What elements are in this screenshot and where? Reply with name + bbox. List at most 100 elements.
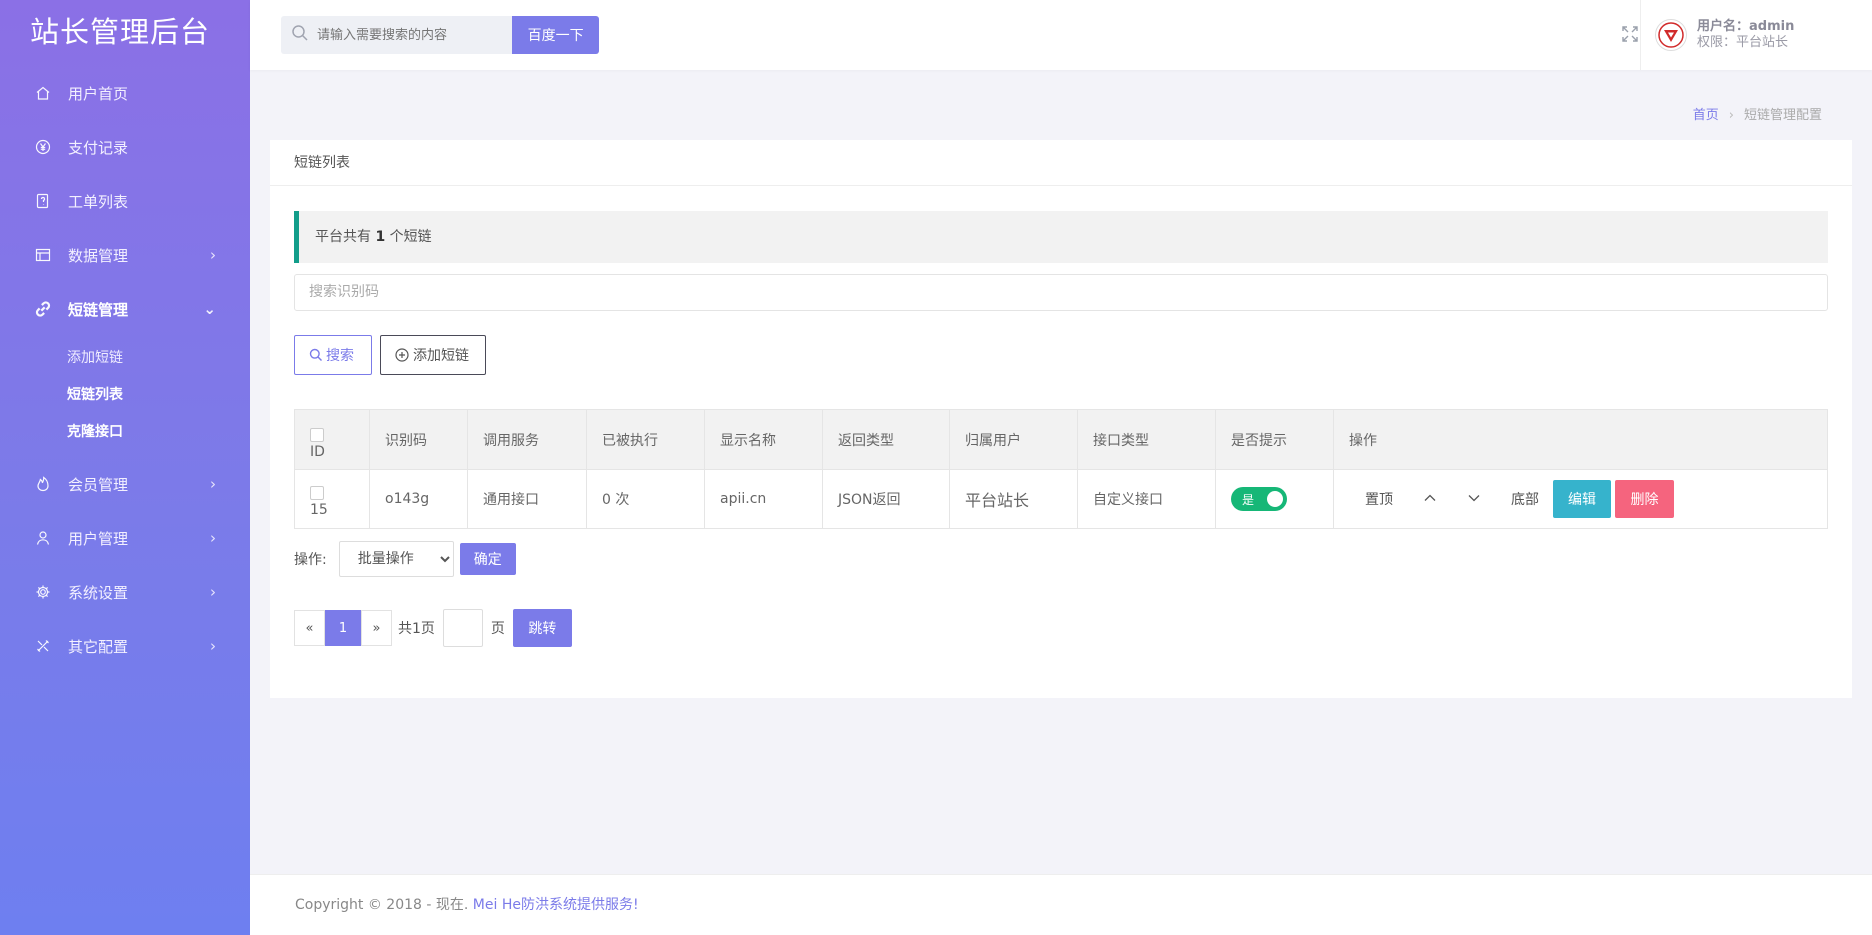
select-all-checkbox[interactable] <box>310 427 324 442</box>
gear-icon <box>34 583 52 601</box>
notice-suffix: 个短链 <box>385 229 432 245</box>
col-api-type: 接口类型 <box>1077 409 1216 470</box>
ticket-icon <box>34 192 52 210</box>
batch-label: 操作: <box>294 552 327 568</box>
cell-service: 通用接口 <box>467 469 587 529</box>
move-up-icon[interactable] <box>1423 490 1437 509</box>
user-icon <box>34 529 52 547</box>
cell-api-type: 自定义接口 <box>1077 469 1216 529</box>
chevron-right-icon: › <box>210 246 216 264</box>
sidebar-item-home[interactable]: 用户首页 <box>0 66 250 120</box>
batch-confirm-button[interactable]: 确定 <box>459 543 516 575</box>
pin-bottom-button[interactable]: 底部 <box>1511 489 1539 509</box>
chevron-right-icon: › <box>210 637 216 655</box>
sidebar-item-shortlink[interactable]: 短链管理 ⌄ <box>0 282 250 336</box>
shortlink-table: ID 识别码 调用服务 已被执行 显示名称 返回类型 归属用户 接口类型 是否提… <box>294 409 1828 529</box>
sidebar-item-label: 其它配置 <box>68 637 129 656</box>
brand-title: 站长管理后台 <box>30 15 211 49</box>
sidebar-item-settings[interactable]: 系统设置 › <box>0 565 250 619</box>
shortlink-submenu: 添加短链 短链列表 克隆接口 <box>0 336 250 457</box>
row-checkbox[interactable] <box>310 486 324 500</box>
sidebar-item-label: 系统设置 <box>68 583 129 602</box>
footer-link[interactable]: Mei He防洪系统提供服务! <box>473 897 639 913</box>
chevron-right-icon: › <box>210 583 216 601</box>
submenu-item-clone-api[interactable]: 克隆接口 <box>0 414 250 451</box>
col-actions: 操作 <box>1333 409 1828 470</box>
pagination: « 1 » 共1页 页 跳转 <box>294 609 572 647</box>
sidebar-item-data[interactable]: 数据管理 › <box>0 228 250 282</box>
batch-select[interactable]: 批量操作 <box>338 541 454 577</box>
chevron-right-icon: › <box>210 529 216 547</box>
plus-circle-icon <box>395 348 409 362</box>
sidebar-item-tickets[interactable]: 工单列表 <box>0 174 250 228</box>
search-field <box>281 16 513 54</box>
sidebar-item-users[interactable]: 用户管理 › <box>0 511 250 565</box>
pin-top-button[interactable]: 置顶 <box>1365 489 1393 509</box>
user-role: 权限：平台站长 <box>1697 35 1789 50</box>
sidebar-item-other-config[interactable]: 其它配置 › <box>0 619 250 673</box>
avatar <box>1655 19 1687 51</box>
add-button-label: 添加短链 <box>413 347 469 363</box>
user-name: 用户名：admin <box>1697 19 1795 34</box>
search-icon <box>309 348 322 361</box>
footer: Copyright © 2018 - 现在. Mei He防洪系统提供服务! <box>250 874 1872 935</box>
col-return-type: 返回类型 <box>822 409 950 470</box>
fire-icon <box>34 475 52 493</box>
shortlink-card: 短链列表 平台共有 1 个短链 搜索识别码 搜索 添加短链 ID 识别码 调用服… <box>270 140 1852 698</box>
cell-owner[interactable]: 平台站长 <box>949 469 1078 529</box>
col-display-name: 显示名称 <box>704 409 823 470</box>
col-service: 调用服务 <box>467 409 587 470</box>
table-icon <box>34 246 52 264</box>
sidebar-item-payments[interactable]: 支付记录 <box>0 120 250 174</box>
fullscreen-icon[interactable] <box>1620 24 1640 44</box>
tools-icon <box>34 637 52 655</box>
breadcrumb-home[interactable]: 首页 <box>1693 108 1719 123</box>
toggle-knob <box>1267 491 1283 507</box>
page-total: 共1页 <box>398 621 435 637</box>
chevron-right-icon: › <box>210 475 216 493</box>
sidebar-item-label: 数据管理 <box>68 246 129 265</box>
top-header: 百度一下 用户名：admin 权限：平台站长 <box>250 0 1872 70</box>
notice-bar: 平台共有 1 个短链 <box>294 211 1828 263</box>
prompt-toggle[interactable]: 是 <box>1231 487 1287 511</box>
move-down-icon[interactable] <box>1467 490 1481 509</box>
cell-prompt: 是 <box>1215 469 1334 529</box>
delete-button[interactable]: 删除 <box>1615 480 1674 518</box>
sidebar-item-label: 工单列表 <box>68 192 129 211</box>
breadcrumb-separator: › <box>1728 108 1734 123</box>
submenu-item-shortlink-list[interactable]: 短链列表 <box>0 377 250 414</box>
add-shortlink-button[interactable]: 添加短链 <box>380 335 486 375</box>
user-info[interactable]: 用户名：admin 权限：平台站长 <box>1640 0 1842 70</box>
next-page-button[interactable]: » <box>361 610 392 646</box>
search-button-label: 搜索 <box>326 347 354 363</box>
notice-prefix: 平台共有 <box>315 229 376 245</box>
chevron-down-icon: ⌄ <box>203 300 216 318</box>
footer-copyright: Copyright © 2018 - 现在. <box>295 897 473 913</box>
card-title: 短链列表 <box>270 140 1852 186</box>
prev-page-button[interactable]: « <box>294 610 325 646</box>
sidebar-nav-lower: 会员管理 › 用户管理 › 系统设置 › 其它配置 › <box>0 457 250 673</box>
edit-button[interactable]: 编辑 <box>1553 480 1611 518</box>
sidebar-nav: 用户首页 支付记录 工单列表 数据管理 › 短链管理 ⌄ <box>0 66 250 336</box>
sidebar-item-label: 短链管理 <box>68 300 129 319</box>
home-icon <box>34 84 52 102</box>
page-jump-button[interactable]: 跳转 <box>512 609 572 647</box>
code-search-input[interactable]: 搜索识别码 <box>294 274 1828 311</box>
sidebar-item-label: 用户管理 <box>68 529 129 548</box>
page-jump-input[interactable] <box>442 609 483 647</box>
search-button[interactable]: 百度一下 <box>512 16 599 54</box>
submenu-item-add-shortlink[interactable]: 添加短链 <box>0 340 250 377</box>
cell-executed: 0 次 <box>586 469 705 529</box>
col-owner: 归属用户 <box>949 409 1078 470</box>
batch-actions: 操作: 批量操作 确定 <box>294 541 516 577</box>
sidebar-item-members[interactable]: 会员管理 › <box>0 457 250 511</box>
search-submit-button[interactable]: 搜索 <box>294 335 372 375</box>
sidebar-item-label: 会员管理 <box>68 475 129 494</box>
breadcrumb: 首页 › 短链管理配置 <box>1693 104 1822 123</box>
yen-icon <box>34 138 52 156</box>
cell-id: 15 <box>294 469 370 529</box>
search-input[interactable] <box>317 17 497 53</box>
page-1-button[interactable]: 1 <box>325 610 361 646</box>
cell-display-name: apii.cn <box>704 469 823 529</box>
notice-count: 1 <box>375 229 386 245</box>
